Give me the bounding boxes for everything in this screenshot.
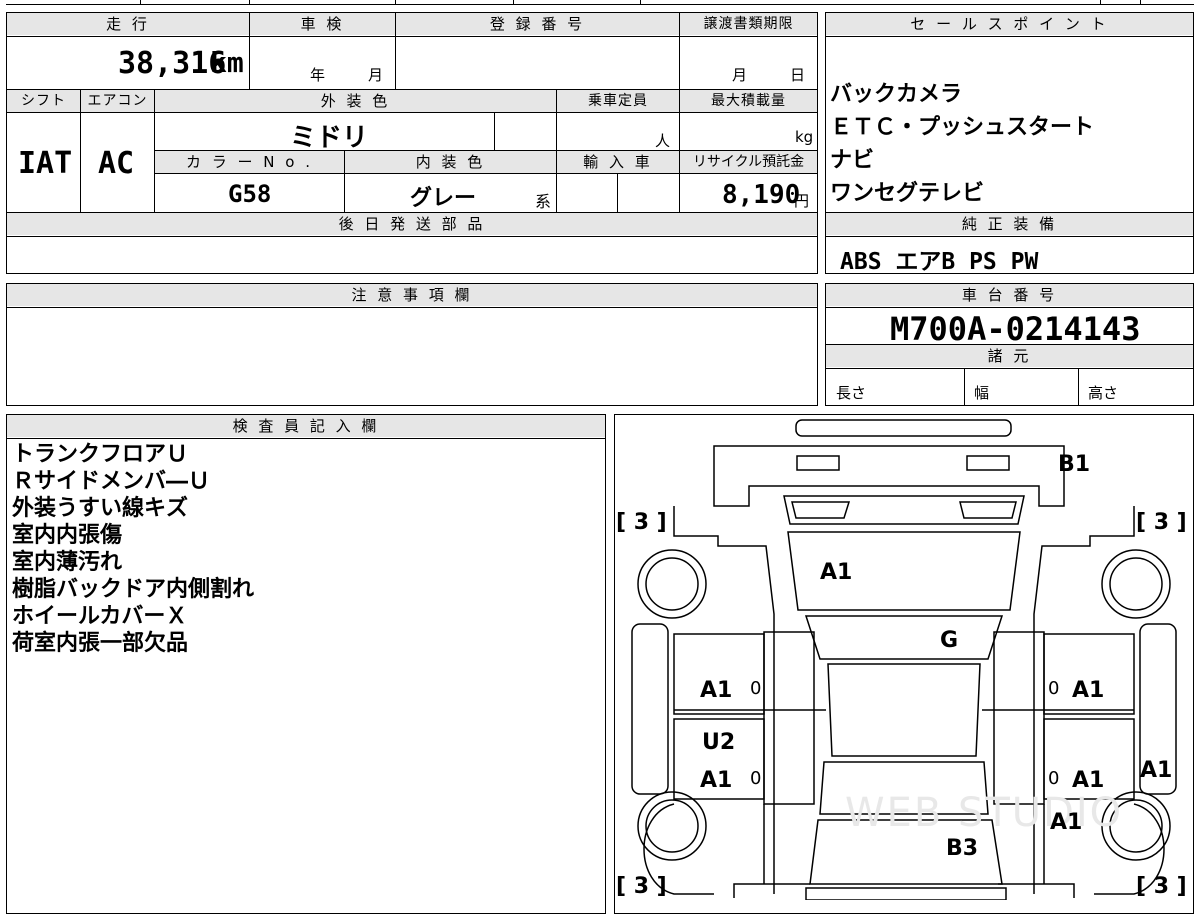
sales-point-item: ＥＴＣ・プッシュスタート (830, 115, 1095, 140)
damage-label-left-rear-door: A1 (700, 678, 733, 703)
damage-label-roof: G (940, 628, 959, 653)
color-no-value: G58 (228, 180, 272, 208)
inspector-note: 樹脂バックドア内側割れ (12, 577, 255, 602)
door-mark: 0 (750, 768, 762, 789)
inspection-year: 年 (310, 66, 326, 84)
spec-width: 幅 (974, 384, 990, 402)
interior-color-header: 内 装 色 (345, 151, 556, 173)
genuine-equipment-header: 純 正 装 備 (826, 213, 1193, 235)
damage-label-right-front-door: A1 (1072, 768, 1105, 793)
genuine-equipment-value: ABS エアB PS PW (840, 249, 1039, 275)
sales-points-list: バックカメラ ＥＴＣ・プッシュスタート ナビ ワンセグテレビ (830, 78, 1190, 210)
door-mark: 0 (1048, 678, 1060, 699)
color-no-header: カ ラ ー N o . (155, 151, 344, 173)
inspection-header: 車 検 (250, 13, 395, 35)
inspection-month: 月 (368, 66, 384, 84)
recycle-header: リサイクル預託金 (680, 151, 817, 173)
inspector-note: ホイールカバーＸ (12, 604, 188, 629)
shift-value: IAT (18, 146, 73, 181)
interior-color-value: グレー (410, 186, 477, 211)
mileage-unit: km (210, 46, 244, 79)
aircon-header: エアコン (81, 90, 154, 112)
sales-points-header: セ ー ル ス ポ イ ン ト (826, 13, 1193, 35)
registration-header: 登 録 番 号 (396, 13, 679, 35)
damage-label-left-front-door: A1 (700, 768, 733, 793)
damage-label-right-fender: A1 (1140, 758, 1173, 783)
transfer-deadline-header: 譲渡書類期限 (680, 13, 817, 35)
interior-color-suffix: 系 (535, 192, 552, 211)
exterior-color-header: 外 装 色 (155, 90, 556, 112)
damage-label-b1: B1 (1058, 452, 1091, 477)
spec-length: 長さ (836, 384, 867, 402)
max-load-unit: kg (795, 128, 814, 146)
capacity-header: 乗車定員 (557, 90, 679, 112)
sales-point-item: ナビ (830, 148, 875, 173)
door-mark: 0 (1048, 768, 1060, 789)
inspector-note: Ｒサイドメンバ―Ｕ (12, 469, 211, 494)
chassis-header: 車 台 番 号 (826, 284, 1193, 306)
damage-label-rear-glass: A1 (820, 560, 853, 585)
specs-header: 諸 元 (826, 345, 1193, 367)
capacity-unit: 人 (655, 132, 671, 150)
later-parts-header: 後 日 発 送 部 品 (7, 213, 817, 235)
mileage-header: 走 行 (7, 13, 249, 35)
tire-rating-front-left: [ 3 ] (616, 874, 667, 899)
sales-point-item: バックカメラ (830, 82, 963, 107)
sales-point-item: ワンセグテレビ (830, 181, 985, 206)
chassis-value: M700A-0214143 (890, 310, 1141, 348)
inspector-note: 荷室内張一部欠品 (12, 631, 189, 656)
damage-label-front-right: A1 (1050, 810, 1083, 835)
door-mark: 0 (750, 678, 762, 699)
spec-height: 高さ (1088, 384, 1119, 402)
inspector-note: 室内内張傷 (12, 523, 123, 548)
import-header: 輸 入 車 (557, 151, 679, 173)
tire-rating-front-right: [ 3 ] (1136, 874, 1187, 899)
damage-label-hood: B3 (946, 836, 979, 861)
max-load-header: 最大積載量 (680, 90, 817, 112)
aircon-value: AC (98, 146, 135, 181)
inspector-note: トランクフロアＵ (12, 442, 189, 467)
shift-header: シフト (7, 90, 80, 112)
deadline-month: 月 (732, 66, 748, 84)
inspector-note: 室内薄汚れ (12, 550, 123, 575)
inspector-notes-list: トランクフロアＵ Ｒサイドメンバ―Ｕ 外装うすい線キズ 室内内張傷 室内薄汚れ … (12, 441, 592, 657)
recycle-value: 8,190 (722, 180, 801, 210)
tire-rating-rear-right: [ 3 ] (1136, 510, 1187, 535)
inspector-header: 検 査 員 記 入 欄 (7, 415, 605, 437)
recycle-unit: 円 (794, 192, 810, 210)
damage-label-right-rear-door: A1 (1072, 678, 1105, 703)
damage-label-left-sill: U2 (702, 730, 736, 755)
notes-header: 注 意 事 項 欄 (7, 284, 817, 306)
inspector-note: 外装うすい線キズ (12, 496, 189, 521)
deadline-day: 日 (790, 66, 806, 84)
exterior-color-value: ミドリ (290, 123, 369, 153)
tire-rating-rear-left: [ 3 ] (616, 510, 667, 535)
